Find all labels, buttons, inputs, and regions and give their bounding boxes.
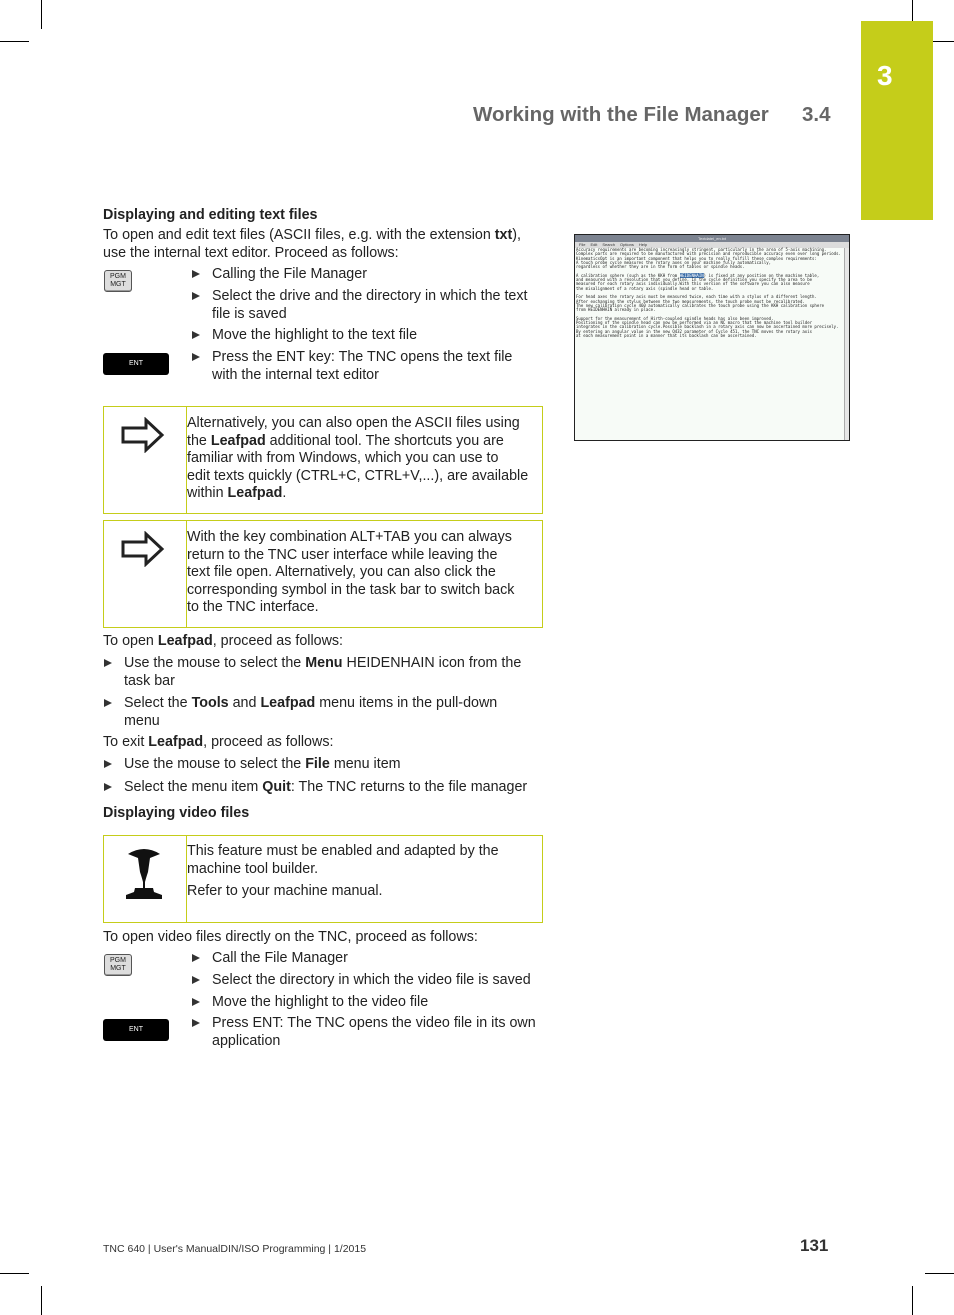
section-title: Working with the File Manager (473, 103, 769, 126)
key-label: PGM (110, 273, 126, 280)
heading-video-files: Displaying video files (103, 805, 250, 821)
page-number: 131 (800, 1236, 829, 1255)
step-item: Press the ENT key: The TNC opens the tex… (192, 349, 547, 384)
chapter-tab (861, 21, 933, 220)
bullet-arrow-icon (104, 760, 112, 768)
note-text: This feature must be enabled and adapted… (187, 843, 499, 877)
key-label: MGT (110, 965, 126, 972)
step-item: Select the drive and the directory in wh… (192, 288, 547, 323)
step-item: Call the File Manager (192, 950, 552, 968)
video-intro: To open video files directly on the TNC,… (103, 929, 478, 945)
crop-mark (0, 1273, 29, 1274)
note-box-leafpad: Alternatively, you can also open the ASC… (103, 406, 543, 514)
pgm-mgt-key-icon: PGM MGT (104, 954, 132, 976)
step-item: Move the highlight to the video file (192, 994, 552, 1012)
step-item: Press ENT: The TNC opens the video file … (192, 1015, 552, 1050)
intro-text-end: ), (512, 227, 522, 243)
intro-ext: txt (494, 227, 513, 243)
bullet-arrow-icon (192, 976, 200, 984)
leafpad-exit-intro: To exit Leafpad, proceed as follows: (103, 734, 334, 750)
window-titlebar: Textdatei_en.txt (575, 235, 849, 242)
heading-text-files: Displaying and editing text files (103, 207, 318, 223)
intro-paragraph: To open and edit text files (ASCII files… (103, 227, 521, 262)
bullet-arrow-icon (192, 353, 200, 361)
ent-key-icon: ENT (103, 1019, 169, 1041)
key-label: MGT (110, 281, 126, 288)
window-title: Textdatei_en.txt (697, 236, 727, 241)
bullet-arrow-icon (192, 954, 200, 962)
key-label: PGM (110, 957, 126, 964)
step-item: Use the mouse to select the Menu HEIDENH… (104, 655, 549, 690)
note-box-machine: This feature must be enabled and adapted… (103, 835, 543, 923)
crop-mark (0, 41, 29, 42)
step-item: Select the directory in which the video … (192, 972, 552, 990)
chapter-number: 3 (877, 60, 893, 91)
note-text: Alternatively, you can also open the ASC… (187, 415, 529, 501)
bullet-arrow-icon (104, 783, 112, 791)
crop-mark (41, 1286, 42, 1315)
step-item: Move the highlight to the text file (192, 327, 547, 345)
pgm-mgt-key-icon: PGM MGT (104, 270, 132, 292)
bullet-arrow-icon (104, 659, 112, 667)
leafpad-open-intro: To open Leafpad, proceed as follows: (103, 633, 344, 649)
ent-key-icon: ENT (103, 353, 169, 375)
step-item: Calling the File Manager (192, 266, 547, 284)
bullet-arrow-icon (192, 270, 200, 278)
bullet-arrow-icon (192, 331, 200, 339)
note-text-refer: Refer to your machine manual. (187, 883, 383, 899)
step-item: Select the menu item Quit: The TNC retur… (104, 779, 549, 797)
crop-mark (41, 0, 42, 29)
footer-text: TNC 640 | User's ManualDIN/ISO Programmi… (103, 1243, 367, 1255)
arrow-right-icon (121, 531, 165, 567)
note-box-alt-tab: With the key combination ALT+TAB you can… (103, 520, 543, 628)
bullet-arrow-icon (192, 1019, 200, 1027)
leafpad-screenshot: Textdatei_en.txt File Edit Search Options He… (574, 234, 850, 441)
bullet-arrow-icon (192, 292, 200, 300)
machine-builder-icon (126, 849, 162, 899)
crop-mark (912, 1286, 913, 1315)
step-item: Select the Tools and Leafpad menu items … (104, 695, 549, 730)
editor-content: Accuracy requirements are becoming incre… (575, 247, 849, 338)
arrow-right-icon (121, 417, 165, 453)
scrollbar (844, 248, 849, 440)
intro-text: To open and edit text files (ASCII files… (103, 227, 495, 243)
editor-line: at each measurement point in a manner th… (576, 332, 757, 338)
crop-mark (925, 1273, 954, 1274)
intro-text-line2: use the internal text editor. Proceed as… (103, 244, 399, 261)
section-number: 3.4 (802, 103, 831, 126)
note-text: With the key combination ALT+TAB you can… (187, 529, 515, 615)
step-item: Use the mouse to select the File menu it… (104, 756, 549, 774)
bullet-arrow-icon (104, 699, 112, 707)
bullet-arrow-icon (192, 998, 200, 1006)
